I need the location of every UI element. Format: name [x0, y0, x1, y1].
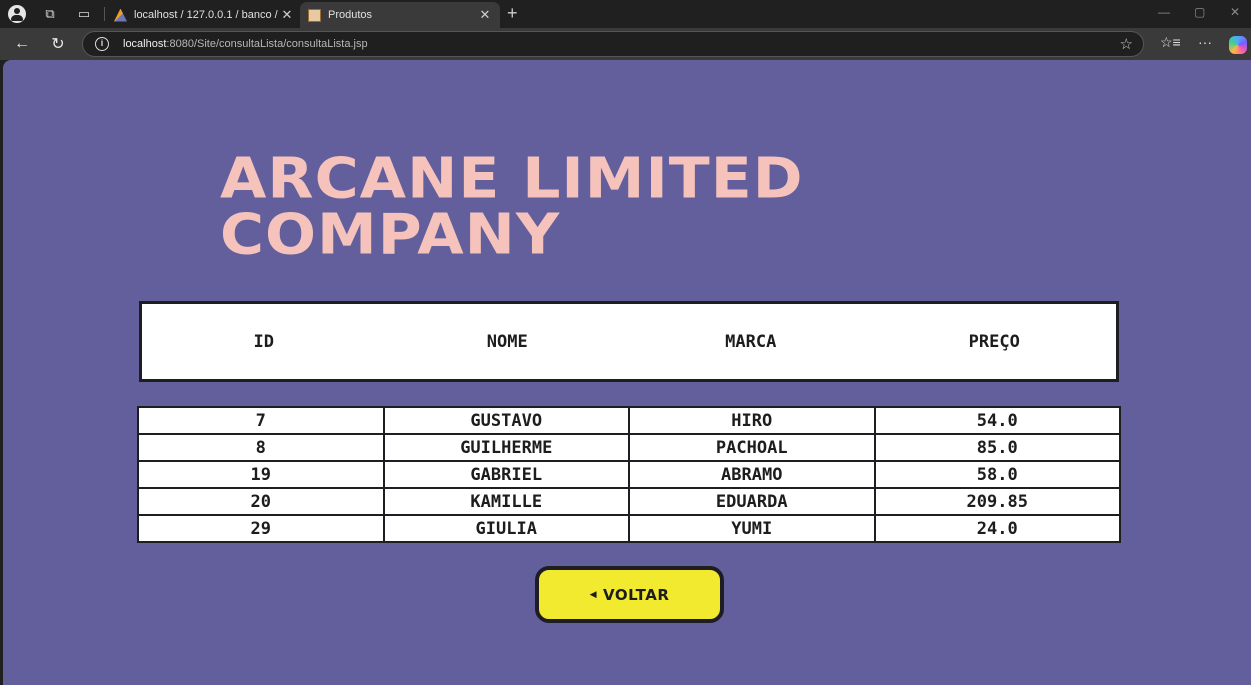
brand-title: ARCANE LIMITED COMPANY [220, 151, 804, 263]
url-host: localhost [123, 38, 167, 50]
page-viewport: ARCANE LIMITED COMPANY ID NOME MARCA PRE… [3, 60, 1251, 685]
cell-id: 8 [137, 433, 385, 462]
cell-nome: GUILHERME [382, 433, 630, 462]
close-tab-icon[interactable]: ✕ [476, 7, 494, 23]
tab-produtos[interactable]: Produtos ✕ [300, 2, 500, 28]
site-info-icon[interactable]: i [95, 37, 109, 51]
url-path: :8080/Site/consultaLista/consultaLista.j… [166, 38, 368, 50]
header-nome: NOME [486, 331, 528, 352]
header-id: ID [253, 331, 274, 352]
arrow-left-icon: ◀ [589, 589, 597, 600]
tab-phpmyadmin[interactable]: localhost / 127.0.0.1 / banco / pro ✕ [106, 2, 302, 28]
table-row: 20 KAMILLE EDUARDA 209.85 [137, 487, 1121, 516]
phpmyadmin-favicon-icon [114, 8, 127, 22]
cell-marca: YUMI [628, 514, 876, 543]
profile-avatar-icon[interactable] [8, 5, 26, 23]
tab-title: Produtos [328, 9, 373, 21]
cell-nome: GABRIEL [382, 460, 630, 489]
voltar-button[interactable]: ◀ VOLTAR [535, 566, 724, 623]
maximize-icon[interactable]: ▢ [1194, 5, 1205, 19]
table-row: 7 GUSTAVO HIRO 54.0 [137, 406, 1121, 435]
tab-separator [104, 7, 105, 21]
cell-id: 19 [137, 460, 385, 489]
cell-preco: 24.0 [873, 514, 1121, 543]
table-header: ID NOME MARCA PREÇO [139, 301, 1119, 382]
cell-preco: 209.85 [873, 487, 1121, 516]
copilot-icon[interactable] [1229, 36, 1247, 54]
cell-nome: GUSTAVO [382, 406, 630, 435]
minimize-icon[interactable]: — [1158, 5, 1170, 19]
brand-title-line-2: COMPANY [220, 202, 561, 268]
cell-preco: 54.0 [873, 406, 1121, 435]
produtos-favicon-icon [308, 8, 321, 22]
tab-title: localhost / 127.0.0.1 / banco / pro [134, 9, 278, 21]
favorite-star-icon[interactable]: ☆ [1120, 35, 1133, 53]
cell-nome: KAMILLE [382, 487, 630, 516]
cell-id: 7 [137, 406, 385, 435]
address-bar[interactable]: i localhost:8080/Site/consultaLista/cons… [82, 31, 1144, 57]
cell-marca: HIRO [628, 406, 876, 435]
url-text: localhost:8080/Site/consultaLista/consul… [123, 38, 368, 50]
table-row: 29 GIULIA YUMI 24.0 [137, 514, 1121, 543]
products-table: 7 GUSTAVO HIRO 54.0 8 GUILHERME PACHOAL … [137, 406, 1121, 543]
cell-marca: PACHOAL [628, 433, 876, 462]
table-row: 19 GABRIEL ABRAMO 58.0 [137, 460, 1121, 489]
cell-marca: ABRAMO [628, 460, 876, 489]
header-preco: PREÇO [968, 331, 1020, 352]
tab-actions-icon[interactable]: ▭ [74, 4, 94, 24]
brand-title-line-1: ARCANE LIMITED [220, 146, 804, 212]
table-row: 8 GUILHERME PACHOAL 85.0 [137, 433, 1121, 462]
voltar-label: VOLTAR [603, 585, 670, 604]
close-window-icon[interactable]: ✕ [1230, 5, 1240, 19]
browser-toolbar: ← ↻ i localhost:8080/Site/consultaLista/… [0, 28, 1251, 60]
cell-preco: 58.0 [873, 460, 1121, 489]
cell-id: 29 [137, 514, 385, 543]
cell-marca: EDUARDA [628, 487, 876, 516]
new-tab-icon[interactable]: + [507, 3, 518, 23]
cell-id: 20 [137, 487, 385, 516]
favorites-icon[interactable]: ☆≡ [1160, 34, 1181, 51]
header-marca: MARCA [725, 331, 777, 352]
refresh-icon[interactable]: ↻ [48, 34, 68, 54]
close-tab-icon[interactable]: ✕ [278, 7, 296, 23]
tab-bar: ⧉ ▭ localhost / 127.0.0.1 / banco / pro … [0, 0, 1251, 28]
workspaces-icon[interactable]: ⧉ [40, 4, 60, 24]
more-menu-icon[interactable]: ··· [1198, 34, 1212, 50]
cell-preco: 85.0 [873, 433, 1121, 462]
cell-nome: GIULIA [382, 514, 630, 543]
back-icon[interactable]: ← [12, 34, 32, 54]
